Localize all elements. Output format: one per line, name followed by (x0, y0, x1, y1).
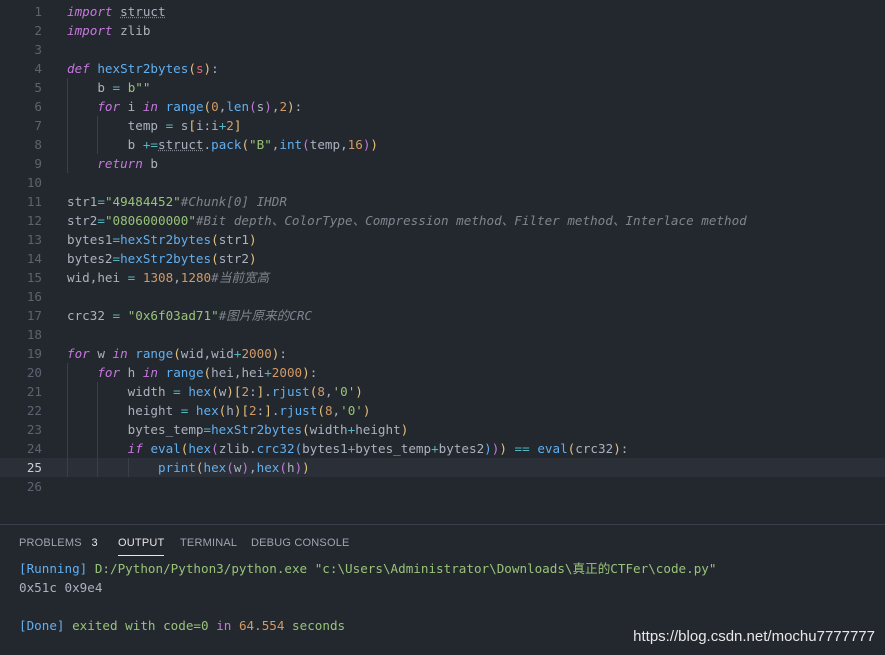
code-line[interactable]: 17 crc32 = "0x6f03ad71"#图片原来的CRC (0, 306, 885, 325)
code-text: for i in range(0,len(s),2): (97, 99, 303, 114)
code-text: temp = s[i:i+2] (67, 118, 242, 133)
output-running-line: [Running] D:/Python/Python3/python.exe "… (19, 559, 716, 578)
code-text: crc32 = "0x6f03ad71"#图片原来的CRC (67, 308, 312, 323)
code-line[interactable]: 5 b = b"" (0, 78, 885, 97)
line-number: 6 (34, 99, 42, 114)
line-number: 26 (26, 479, 42, 494)
output-result-line: 0x51c 0x9e4 (19, 580, 103, 595)
code-line[interactable]: 23 bytes_temp=hexStr2bytes(width+height) (0, 420, 885, 439)
line-number: 11 (26, 194, 42, 209)
code-text: str1="49484452"#Chunk[0] IHDR (67, 194, 287, 209)
line-number: 14 (26, 251, 42, 266)
line-number: 22 (26, 403, 42, 418)
seconds-label: seconds (292, 618, 346, 633)
code-text: print(hex(w),hex(h)) (158, 460, 310, 475)
line-number: 25 (26, 460, 42, 475)
code-text: for h in range(hei,hei+2000): (97, 365, 318, 380)
output-done-line: [Done] exited with code=0 in 64.554 seco… (19, 616, 345, 635)
line-number: 21 (26, 384, 42, 399)
tab-debug-console[interactable]: DEBUG CONSOLE (251, 537, 350, 549)
code-text: import zlib (67, 23, 151, 38)
done-tag: [Done] (19, 618, 65, 633)
line-number: 5 (34, 80, 42, 95)
line-number: 24 (26, 441, 42, 456)
line-number: 9 (34, 156, 42, 171)
line-number: 17 (26, 308, 42, 323)
code-line[interactable]: 20 for h in range(hei,hei+2000): (0, 363, 885, 382)
code-line[interactable]: 24 if eval(hex(zlib.crc32(bytes1+bytes_t… (0, 439, 885, 458)
code-text: str2="0806000000"#Bit depth、ColorType、Co… (67, 213, 747, 228)
code-text: wid,hei = 1308,1280#当前宽高 (67, 270, 270, 285)
code-line[interactable]: 16 (0, 287, 885, 306)
problems-count-badge: 3 (91, 537, 98, 549)
exited-with-text: exited with (72, 618, 156, 633)
code-text: if eval(hex(zlib.crc32(bytes1+bytes_temp… (127, 441, 629, 456)
code-line[interactable]: 13 bytes1=hexStr2bytes(str1) (0, 230, 885, 249)
code-line[interactable]: 22 height = hex(h)[2:].rjust(8,'0') (0, 401, 885, 420)
tab-terminal[interactable]: TERMINAL (180, 537, 237, 549)
line-number: 13 (26, 232, 42, 247)
line-number: 1 (34, 4, 42, 19)
code-text: for w in range(wid,wid+2000): (67, 346, 287, 361)
code-line[interactable]: 11 str1="49484452"#Chunk[0] IHDR (0, 192, 885, 211)
line-number: 23 (26, 422, 42, 437)
line-number: 7 (34, 118, 42, 133)
running-tag: [Running] (19, 561, 88, 576)
code-text: bytes2=hexStr2bytes(str2) (67, 251, 257, 266)
watermark: https://blog.csdn.net/mochu7777777 (633, 628, 875, 645)
line-number: 10 (26, 175, 42, 190)
line-number: 8 (34, 137, 42, 152)
code-text: return b (97, 156, 159, 171)
line-number: 16 (26, 289, 42, 304)
bottom-panel: PROBLEMS 3 OUTPUT TERMINAL DEBUG CONSOLE… (0, 524, 885, 655)
code-line[interactable]: 14 bytes2=hexStr2bytes(str2) (0, 249, 885, 268)
code-line[interactable]: 3 (0, 40, 885, 59)
running-command: D:/Python/Python3/python.exe "c:\Users\A… (94, 561, 717, 576)
code-text: b +=struct.pack("B",int(temp,16)) (67, 137, 379, 152)
line-number: 15 (26, 270, 42, 285)
code-line[interactable]: 6 for i in range(0,len(s),2): (0, 97, 885, 116)
tab-problems-label: PROBLEMS (19, 537, 82, 549)
line-number: 19 (26, 346, 42, 361)
code-line[interactable]: 25 print(hex(w),hex(h)) (0, 458, 885, 477)
code-line[interactable]: 2 import zlib (0, 21, 885, 40)
code-line[interactable]: 18 (0, 325, 885, 344)
code-line[interactable]: 15 wid,hei = 1308,1280#当前宽高 (0, 268, 885, 287)
tab-problems[interactable]: PROBLEMS 3 (19, 537, 98, 549)
line-number: 12 (26, 213, 42, 228)
code-line[interactable]: 7 temp = s[i:i+2] (0, 116, 885, 135)
code-line[interactable]: 8 b +=struct.pack("B",int(temp,16)) (0, 135, 885, 154)
code-line[interactable]: 1 import struct (0, 2, 885, 21)
line-number: 20 (26, 365, 42, 380)
code-line[interactable]: 12 str2="0806000000"#Bit depth、ColorType、… (0, 211, 885, 230)
code-text: width = hex(w)[2:].rjust(8,'0') (67, 384, 363, 399)
line-number: 4 (34, 61, 42, 76)
line-number: 18 (26, 327, 42, 342)
code-text: b = b"" (67, 80, 151, 95)
line-number: 3 (34, 42, 42, 57)
code-line[interactable]: 26 (0, 477, 885, 496)
seconds-value: 64.554 (238, 618, 285, 633)
code-line[interactable]: 21 width = hex(w)[2:].rjust(8,'0') (0, 382, 885, 401)
code-line[interactable]: 9 return b (0, 154, 885, 173)
code-text: import struct (67, 4, 166, 19)
code-editor[interactable]: 1 import struct 2 import zlib 3 4 def hexStr2b… (0, 0, 885, 524)
code-text: bytes1=hexStr2bytes(str1) (67, 232, 257, 247)
code-text: bytes_temp=hexStr2bytes(width+height) (67, 422, 409, 437)
code-text: def hexStr2bytes(s): (67, 61, 219, 76)
in-text: in (216, 618, 232, 633)
code-line[interactable]: 4 def hexStr2bytes(s): (0, 59, 885, 78)
code-line[interactable]: 19 for w in range(wid,wid+2000): (0, 344, 885, 363)
code-line[interactable]: 10 (0, 173, 885, 192)
tab-output[interactable]: OUTPUT (118, 537, 165, 556)
exit-code: code=0 (163, 618, 209, 633)
line-number: 2 (34, 23, 42, 38)
code-text: height = hex(h)[2:].rjust(8,'0') (67, 403, 371, 418)
